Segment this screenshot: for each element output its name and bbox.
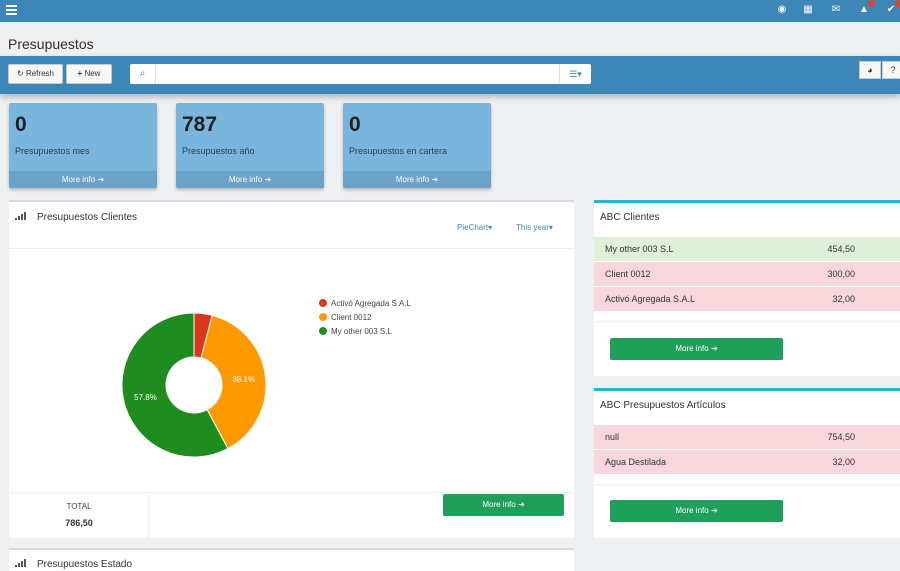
arrow-circle-right-icon: ➜ bbox=[710, 506, 718, 515]
pie-chart: 38.1% 57.8% bbox=[121, 312, 267, 458]
divider bbox=[594, 321, 900, 322]
panel-title: ABC Presupuestos Artículos bbox=[600, 400, 726, 411]
new-button[interactable]: + New bbox=[66, 64, 112, 84]
legend-swatch bbox=[319, 299, 327, 307]
caret-down-icon: ▾ bbox=[488, 223, 493, 232]
legend-swatch bbox=[319, 313, 327, 321]
table-row: Client 0012 300,00 bbox=[594, 262, 900, 287]
table-row: My other 003 S.L 454,50 bbox=[594, 237, 900, 262]
list-filter-dropdown[interactable]: ☰▾ bbox=[559, 64, 591, 84]
refresh-button[interactable]: ↻ Refresh bbox=[8, 64, 63, 84]
stat-label: Presupuestos mes bbox=[15, 146, 90, 156]
more-info-link[interactable]: More info ➜ bbox=[9, 171, 157, 188]
search-icon[interactable]: ⌕ bbox=[130, 64, 156, 84]
stat-label: Presupuestos en cartera bbox=[349, 146, 448, 156]
arrow-circle-right-icon: ➜ bbox=[97, 175, 105, 184]
globe-icon[interactable]: ◕ bbox=[859, 61, 881, 79]
stat-value: 0 bbox=[349, 113, 361, 136]
map-marker-icon[interactable]: ◉ bbox=[775, 3, 789, 17]
period-dropdown[interactable]: This year▾ bbox=[516, 223, 553, 232]
abc-articulos-panel: ABC Presupuestos Artículos null 754,50 Ag… bbox=[594, 388, 900, 538]
signal-bars-icon bbox=[15, 212, 26, 220]
stat-value: 0 bbox=[15, 113, 27, 136]
total-label: TOTAL bbox=[66, 502, 92, 511]
panel-title: Presupuestos Clientes bbox=[37, 212, 138, 223]
title-bar: Presupuestos bbox=[0, 22, 900, 56]
arrow-circle-right-icon: ➜ bbox=[710, 344, 718, 353]
stat-box-presupuestos-cartera: 0 Presupuestos en cartera More info ➜ bbox=[343, 103, 491, 188]
help-icon[interactable]: ? bbox=[882, 61, 900, 79]
caret-down-icon: ▾ bbox=[548, 223, 553, 232]
table-row: Agua Destilada 32,00 bbox=[594, 450, 900, 475]
pie-data-label: 57.8% bbox=[134, 393, 157, 402]
bell-icon[interactable]: ▲ bbox=[857, 0, 875, 17]
envelope-icon[interactable]: ✉ bbox=[829, 3, 843, 17]
panel-title: Presupuestos Estado bbox=[37, 559, 133, 570]
plus-icon: + bbox=[77, 69, 83, 78]
search-input[interactable] bbox=[158, 66, 558, 82]
notification-badge bbox=[868, 0, 875, 7]
legend-item: Client 0012 bbox=[319, 313, 371, 322]
arrow-circle-right-icon: ➜ bbox=[431, 175, 439, 184]
notification-badge bbox=[895, 0, 900, 7]
abc-clientes-more-info-button[interactable]: More info ➜ bbox=[610, 338, 783, 360]
divider bbox=[9, 248, 574, 249]
arrow-circle-right-icon: ➜ bbox=[264, 175, 272, 184]
estado-panel: Presupuestos Estado bbox=[9, 548, 574, 571]
more-info-link[interactable]: More info ➜ bbox=[176, 171, 324, 188]
legend-item: Activó Agregada S.A.L bbox=[319, 299, 411, 308]
clientes-more-info-button[interactable]: More info ➜ bbox=[443, 494, 564, 516]
clientes-chart-panel: Presupuestos Clientes PieChart▾ This yea… bbox=[9, 200, 574, 540]
more-info-link[interactable]: More info ➜ bbox=[343, 171, 491, 188]
app-root: ◉ ▦ ✉ ▲ ✔ Presupuestos ↻ Refresh + New ⌕… bbox=[0, 0, 900, 571]
stat-value: 787 bbox=[182, 113, 218, 136]
legend-swatch bbox=[319, 327, 327, 335]
stat-label: Presupuestos año bbox=[182, 146, 255, 156]
panel-title: ABC Clientes bbox=[600, 212, 660, 223]
table-row: Activó Agregada S.A.L 32,00 bbox=[594, 287, 900, 312]
signal-bars-icon bbox=[15, 559, 26, 567]
calendar-icon[interactable]: ▦ bbox=[801, 3, 815, 17]
total-value: 786,50 bbox=[65, 518, 93, 528]
chart-type-dropdown[interactable]: PieChart▾ bbox=[457, 223, 492, 232]
top-navbar: ◉ ▦ ✉ ▲ ✔ bbox=[0, 0, 900, 22]
arrow-circle-right-icon: ➜ bbox=[517, 500, 525, 509]
table-row: null 754,50 bbox=[594, 425, 900, 450]
abc-clientes-panel: ABC Clientes My other 003 S.L 454,50 Clie… bbox=[594, 200, 900, 376]
pie-data-label: 38.1% bbox=[232, 375, 255, 384]
refresh-icon: ↻ bbox=[17, 69, 24, 78]
stat-box-presupuestos-ano: 787 Presupuestos año More info ➜ bbox=[176, 103, 324, 188]
toolbar: ↻ Refresh + New ⌕ ☰▾ ◕ ? bbox=[0, 56, 900, 94]
stat-box-presupuestos-mes: 0 Presupuestos mes More info ➜ bbox=[9, 103, 157, 188]
hamburger-icon[interactable] bbox=[6, 5, 17, 16]
search-box: ⌕ ☰▾ bbox=[130, 64, 591, 84]
page-title: Presupuestos bbox=[8, 36, 94, 52]
abc-articulos-more-info-button[interactable]: More info ➜ bbox=[610, 500, 783, 522]
check-circle-icon[interactable]: ✔ bbox=[884, 0, 900, 17]
total-cell: TOTAL 786,50 bbox=[9, 493, 149, 540]
divider bbox=[594, 484, 900, 485]
legend-item: My other 003 S.L bbox=[319, 327, 392, 336]
